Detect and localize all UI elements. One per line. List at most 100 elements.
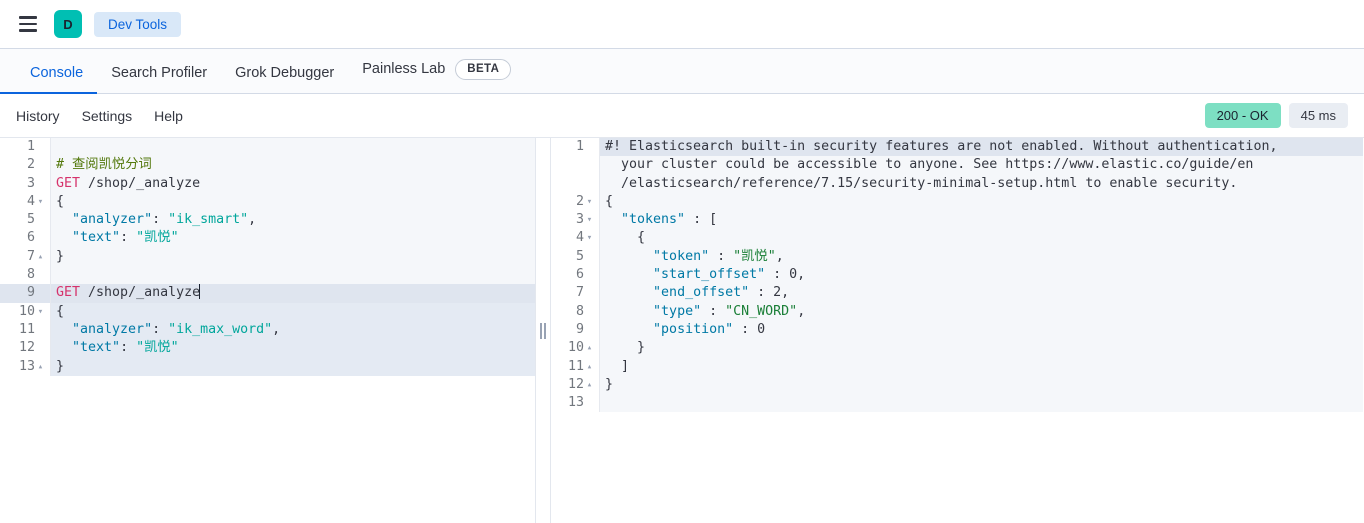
line-number-text: 4 — [575, 230, 584, 246]
tab-painless-lab[interactable]: Painless Lab BETA — [348, 58, 525, 94]
code-line-content[interactable]: "text": "凯悦" — [50, 339, 535, 358]
code-line-content[interactable]: "text": "凯悦" — [50, 229, 535, 248]
pane-splitter[interactable] — [536, 138, 551, 523]
console-link-help[interactable]: Help — [154, 108, 183, 124]
editor-line[interactable]: 11 "analyzer": "ik_max_word", — [0, 320, 535, 340]
editor-line[interactable]: 5 "analyzer": "ik_smart", — [0, 211, 535, 230]
response-editor-pane[interactable]: ✕ 1#! Elasticsearch built-in security fe… — [551, 138, 1363, 523]
editor-line[interactable]: 11 ▴ ] — [551, 357, 1363, 376]
code-line-content[interactable]: "type" : "CN_WORD", — [599, 302, 1363, 321]
code-line-content[interactable]: "end_offset" : 2, — [599, 284, 1363, 303]
code-line-content[interactable]: GET /shop/_analyze — [50, 174, 535, 193]
code-line-content[interactable]: /elasticsearch/reference/7.15/security-m… — [599, 174, 1363, 193]
hamburger-menu-icon[interactable] — [12, 8, 44, 40]
line-number: 7 — [551, 284, 599, 303]
code-line-content[interactable] — [599, 394, 1363, 413]
request-editor-scroll[interactable]: 1 2 # 查阅凯悦分词 3 GET /shop/_analyze 4 ▾{5 "anal… — [0, 138, 535, 523]
code-token: { — [56, 303, 65, 319]
tab-search-profiler[interactable]: Search Profiler — [97, 65, 221, 94]
line-number: 6 — [0, 229, 50, 248]
code-token: "position" — [653, 321, 734, 337]
code-line-content[interactable]: } — [599, 375, 1363, 395]
editor-line[interactable]: 7 "end_offset" : 2, — [551, 284, 1363, 303]
request-editor-pane[interactable]: 1 2 # 查阅凯悦分词 3 GET /shop/_analyze 4 ▾{5 "anal… — [0, 138, 536, 523]
code-line-content[interactable]: } — [599, 339, 1363, 358]
console-link-history[interactable]: History — [16, 108, 60, 124]
code-line-content[interactable]: your cluster could be accessible to anyo… — [599, 156, 1363, 175]
editor-line[interactable]: 12 ▴} — [551, 375, 1363, 395]
response-editor-scroll[interactable]: 1 #! Elasticsearch built-in security feat… — [551, 138, 1363, 523]
tab-console[interactable]: Console — [0, 65, 98, 94]
fold-toggle-icon[interactable]: ▾ — [35, 303, 46, 321]
code-line-content[interactable]: "token" : "凯悦", — [599, 247, 1363, 267]
code-line-content[interactable]: } — [50, 357, 535, 376]
fold-toggle-icon[interactable]: ▾ — [584, 229, 595, 247]
fold-toggle-icon[interactable]: ▾ — [35, 193, 46, 211]
code-line-content[interactable]: "position" : 0 — [599, 320, 1363, 340]
console-link-settings[interactable]: Settings — [82, 108, 133, 124]
code-token: : — [152, 212, 169, 228]
fold-toggle-icon[interactable]: ▴ — [35, 358, 46, 376]
editor-line[interactable]: /elasticsearch/reference/7.15/security-m… — [551, 174, 1363, 193]
code-line-content[interactable]: { — [50, 302, 535, 321]
editor-line[interactable]: 8 "type" : "CN_WORD", — [551, 302, 1363, 321]
editor-line[interactable]: 10 ▾ { — [0, 302, 535, 321]
code-line-content[interactable]: GET /shop/_analyze — [50, 284, 535, 303]
editor-line[interactable]: 12 "text": "凯悦" — [0, 339, 535, 358]
code-line-content[interactable]: ] — [599, 357, 1363, 376]
code-token: "analyzer" — [72, 212, 153, 228]
code-line-content[interactable]: "analyzer": "ik_smart", — [50, 211, 535, 230]
code-token: , — [248, 212, 257, 228]
fold-toggle-icon[interactable]: ▴ — [584, 358, 595, 376]
editor-line[interactable]: 9 "position" : 0 — [551, 320, 1363, 340]
code-token: "token" — [653, 248, 710, 264]
code-token: } — [605, 340, 646, 356]
code-token: : — [120, 230, 137, 246]
line-number-text: 6 — [26, 230, 35, 246]
editor-line[interactable]: 1 #! Elasticsearch built-in security feat… — [551, 138, 1363, 157]
fold-toggle-icon[interactable]: ▴ — [35, 248, 46, 266]
editor-line[interactable]: 13 — [551, 394, 1363, 413]
code-line-content[interactable]: #! Elasticsearch built-in security featu… — [599, 138, 1363, 157]
editor-line[interactable]: 4 ▾ { — [0, 192, 535, 212]
fold-toggle-icon[interactable]: ▴ — [584, 376, 595, 394]
line-number-text: 5 — [26, 212, 35, 228]
line-number-text: 10 — [18, 303, 35, 319]
editor-line[interactable]: 8 — [0, 266, 535, 285]
editor-line[interactable]: 4 ▾ { — [551, 229, 1363, 248]
code-line-content[interactable]: # 查阅凯悦分词 — [50, 156, 535, 175]
code-line-content[interactable]: "analyzer": "ik_max_word", — [50, 320, 535, 340]
code-line-content[interactable]: "start_offset" : 0, — [599, 266, 1363, 285]
editor-line[interactable]: 3 GET /shop/_analyze — [0, 174, 535, 193]
editor-line[interactable]: 10 ▴ } — [551, 339, 1363, 358]
code-line-content[interactable]: { — [599, 192, 1363, 212]
editor-line[interactable]: 9 GET /shop/_analyze — [0, 284, 535, 303]
code-token: "start_offset" — [653, 267, 766, 283]
code-token: "analyzer" — [72, 321, 153, 337]
editor-line[interactable]: 2 ▾ { — [551, 192, 1363, 212]
fold-toggle-icon[interactable]: ▾ — [584, 193, 595, 211]
fold-toggle-icon[interactable]: ▴ — [584, 339, 595, 357]
fold-toggle-icon[interactable]: ▾ — [584, 211, 595, 229]
code-line-content[interactable]: "tokens" : [ — [599, 211, 1363, 230]
editor-line[interactable]: 7 ▴} — [0, 247, 535, 267]
editor-line[interactable]: 13 ▴} — [0, 357, 535, 376]
editor-line[interactable]: your cluster could be accessible to anyo… — [551, 156, 1363, 175]
editor-line[interactable]: 5 "token" : "凯悦", — [551, 247, 1363, 267]
code-line-content[interactable]: { — [50, 192, 535, 212]
code-line-content[interactable]: { — [599, 229, 1363, 248]
editor-line[interactable]: 2 # 查阅凯悦分词 — [0, 156, 535, 175]
code-line-content[interactable]: } — [50, 247, 535, 267]
tab-grok-debugger[interactable]: Grok Debugger — [221, 65, 348, 94]
line-number: 4 ▾ — [0, 192, 50, 212]
editor-line[interactable]: 3 ▾ "tokens" : [ — [551, 211, 1363, 230]
code-line-content[interactable] — [50, 138, 535, 157]
space-avatar[interactable]: D — [54, 10, 82, 38]
breadcrumb-dev-tools[interactable]: Dev Tools — [94, 11, 182, 37]
editor-line[interactable]: 6 "text": "凯悦" — [0, 229, 535, 248]
editor-line[interactable]: 1 — [0, 138, 535, 157]
editor-line[interactable]: 6 "start_offset" : 0, — [551, 266, 1363, 285]
code-token: 0 — [757, 321, 766, 337]
code-line-content[interactable] — [50, 266, 535, 285]
